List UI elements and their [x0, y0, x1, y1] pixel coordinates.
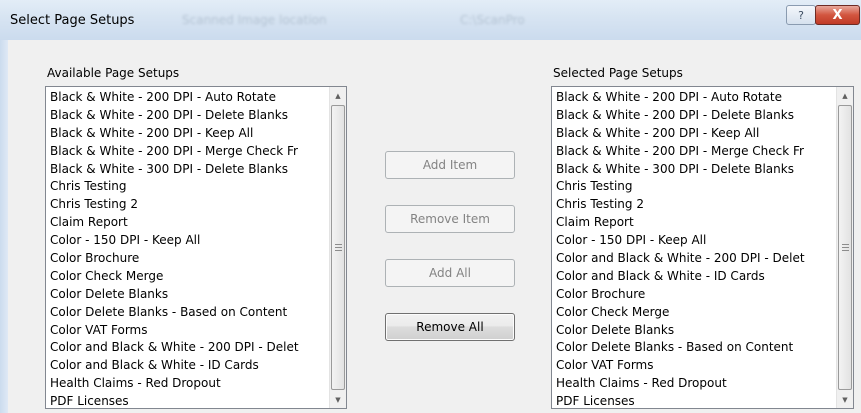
list-item[interactable]: Color Delete Blanks - Based on Content	[553, 339, 836, 357]
list-item[interactable]: Chris Testing	[47, 178, 329, 196]
background-ghost-text: C:\ScanPro	[460, 13, 525, 27]
available-list-scrollbar[interactable]: ▲ ▼	[329, 87, 346, 408]
title-bar[interactable]: Select Page Setups Scanned Image locatio…	[0, 0, 861, 40]
list-item[interactable]: Color Brochure	[553, 286, 836, 304]
background-ghost-text: Scanned Image location	[182, 13, 327, 27]
scroll-thumb[interactable]	[838, 105, 852, 390]
close-button[interactable]: X	[815, 5, 860, 25]
scroll-up-icon[interactable]: ▲	[330, 87, 346, 104]
list-item[interactable]: Color VAT Forms	[553, 357, 836, 375]
list-item[interactable]: Claim Report	[47, 214, 329, 232]
list-item[interactable]: Black & White - 300 DPI - Delete Blanks	[553, 161, 836, 179]
selected-items-container: Black & White - 200 DPI - Auto Rotate Bla…	[553, 89, 836, 408]
list-item[interactable]: Black & White - 200 DPI - Merge Check Fr	[553, 143, 836, 161]
available-page-setups-label: Available Page Setups	[47, 66, 180, 80]
help-button[interactable]: ?	[786, 5, 816, 25]
list-item[interactable]: Color Check Merge	[553, 304, 836, 322]
list-item[interactable]: Black & White - 200 DPI - Delete Blanks	[553, 107, 836, 125]
close-icon: X	[832, 7, 843, 23]
list-item[interactable]: Color Delete Blanks - Based on Content	[47, 304, 329, 322]
list-item[interactable]: Color VAT Forms	[47, 322, 329, 340]
list-item[interactable]: Claim Report	[553, 214, 836, 232]
list-item[interactable]: Black & White - 200 DPI - Keep All	[553, 125, 836, 143]
list-item[interactable]: Black & White - 300 DPI - Delete Blanks	[47, 161, 329, 179]
list-item[interactable]: Color Brochure	[47, 250, 329, 268]
select-page-setups-dialog: Select Page Setups Scanned Image locatio…	[0, 0, 861, 413]
list-item[interactable]: Chris Testing 2	[553, 196, 836, 214]
available-items-container: Black & White - 200 DPI - Auto Rotate Bla…	[47, 89, 329, 408]
list-item[interactable]: Health Claims - Red Dropout	[553, 375, 836, 393]
add-item-button[interactable]: Add Item	[385, 151, 515, 179]
grip-icon	[842, 243, 849, 251]
list-item[interactable]: Color and Black & White - 200 DPI - Dele…	[553, 250, 836, 268]
list-item[interactable]: PDF Licenses	[553, 393, 836, 408]
list-item[interactable]: Black & White - 200 DPI - Keep All	[47, 125, 329, 143]
list-item[interactable]: Chris Testing 2	[47, 196, 329, 214]
list-item[interactable]: Black & White - 200 DPI - Auto Rotate	[553, 89, 836, 107]
list-item[interactable]: Chris Testing	[553, 178, 836, 196]
list-item[interactable]: Color - 150 DPI - Keep All	[553, 232, 836, 250]
list-item[interactable]: Black & White - 200 DPI - Auto Rotate	[47, 89, 329, 107]
remove-item-button[interactable]: Remove Item	[385, 205, 515, 233]
available-page-setups-list[interactable]: Black & White - 200 DPI - Auto Rotate Bla…	[45, 86, 347, 409]
question-mark-icon: ?	[798, 8, 804, 22]
list-item[interactable]: PDF Licenses	[47, 393, 329, 408]
scroll-down-icon[interactable]: ▼	[837, 391, 853, 408]
selected-page-setups-label: Selected Page Setups	[553, 66, 683, 80]
scroll-down-icon[interactable]: ▼	[330, 391, 346, 408]
list-item[interactable]: Color and Black & White - ID Cards	[47, 357, 329, 375]
window-title: Select Page Setups	[10, 13, 135, 28]
list-item[interactable]: Color - 150 DPI - Keep All	[47, 232, 329, 250]
scroll-thumb[interactable]	[331, 105, 345, 390]
grip-icon	[335, 243, 342, 251]
list-item[interactable]: Color and Black & White - 200 DPI - Dele…	[47, 339, 329, 357]
list-item[interactable]: Color Check Merge	[47, 268, 329, 286]
list-item[interactable]: Health Claims - Red Dropout	[47, 375, 329, 393]
selected-page-setups-list[interactable]: Black & White - 200 DPI - Auto Rotate Bla…	[551, 86, 854, 409]
list-item[interactable]: Black & White - 200 DPI - Delete Blanks	[47, 107, 329, 125]
list-item[interactable]: Color Delete Blanks	[47, 286, 329, 304]
window-frame-left	[0, 0, 8, 413]
remove-all-button[interactable]: Remove All	[385, 313, 515, 341]
list-item[interactable]: Color Delete Blanks	[553, 322, 836, 340]
list-item[interactable]: Color and Black & White - ID Cards	[553, 268, 836, 286]
scroll-up-icon[interactable]: ▲	[837, 87, 853, 104]
list-item[interactable]: Black & White - 200 DPI - Merge Check Fr	[47, 143, 329, 161]
selected-list-scrollbar[interactable]: ▲ ▼	[836, 87, 853, 408]
add-all-button[interactable]: Add All	[385, 259, 515, 287]
